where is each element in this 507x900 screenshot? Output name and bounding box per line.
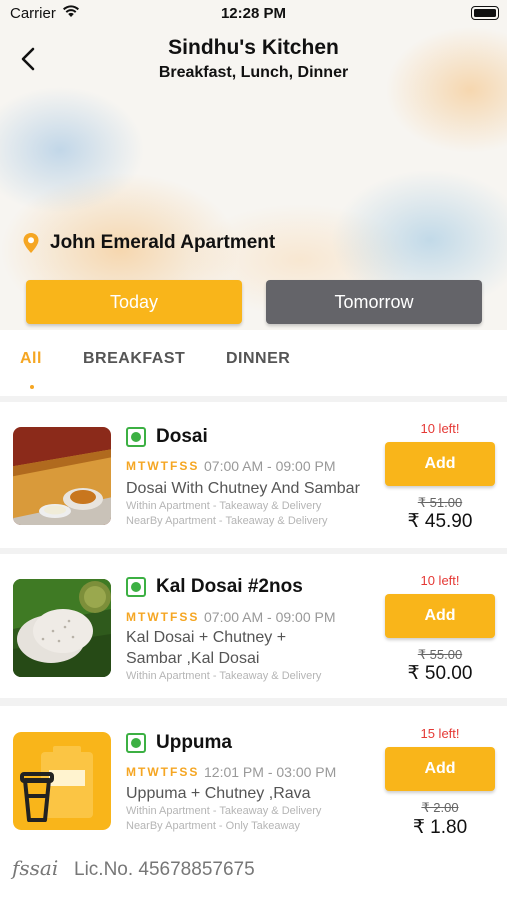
meal-category-tabs: All BREAKFAST DINNER bbox=[0, 330, 507, 396]
item-name: Uppuma bbox=[156, 732, 232, 753]
discounted-price: ₹ 1.80 bbox=[412, 817, 468, 838]
original-price: ₹ 2.00 bbox=[421, 800, 459, 815]
location-pin-icon bbox=[23, 233, 39, 253]
item-description: Kal Dosai + Chutney + Sambar ,Kal Dosai bbox=[126, 629, 287, 667]
clock: 12:28 PM bbox=[220, 5, 287, 22]
availability-line: NearBy Apartment - Takeaway & Delivery bbox=[126, 515, 328, 527]
page-title: Sindhu's Kitchen bbox=[168, 36, 339, 59]
dosai-photo bbox=[13, 427, 111, 525]
tomorrow-button[interactable]: Tomorrow bbox=[266, 280, 482, 324]
menu-item-card: Kal Dosai #2nos MTWTFSS 07:00 AM - 09:00… bbox=[0, 554, 507, 698]
add-to-cart-button[interactable]: Add bbox=[385, 442, 495, 486]
discounted-price: ₹ 50.00 bbox=[407, 663, 473, 684]
veg-indicator-icon bbox=[126, 733, 146, 753]
item-description: Uppuma + Chutney ,Rava bbox=[126, 785, 311, 802]
apartment-name: John Emerald Apartment bbox=[50, 232, 276, 253]
add-to-cart-button[interactable]: Add bbox=[385, 747, 495, 791]
stock-left: 10 left! bbox=[420, 573, 460, 588]
active-tab-indicator bbox=[30, 385, 34, 389]
stock-left: 15 left! bbox=[420, 726, 460, 741]
tab-breakfast[interactable]: BREAKFAST bbox=[83, 350, 185, 368]
battery-icon bbox=[471, 6, 499, 20]
serving-hours: 12:01 PM - 03:00 PM bbox=[204, 764, 337, 780]
fssai-logo: fssai bbox=[12, 856, 59, 880]
license-footer: fssai Lic.No. 45678857675 bbox=[0, 846, 507, 900]
veg-indicator-icon bbox=[126, 577, 146, 597]
availability-line: Within Apartment - Takeaway & Delivery bbox=[126, 805, 322, 817]
available-days: MTWTFSS bbox=[126, 610, 200, 624]
availability-line: Within Apartment - Takeaway & Delivery bbox=[126, 500, 322, 512]
discounted-price: ₹ 45.90 bbox=[407, 511, 473, 532]
item-description: Dosai With Chutney And Sambar bbox=[126, 480, 360, 497]
kal-dosai-photo bbox=[13, 579, 111, 677]
available-days: MTWTFSS bbox=[126, 765, 200, 779]
tab-dinner[interactable]: DINNER bbox=[226, 350, 290, 368]
status-bar: Carrier 12:28 PM bbox=[0, 0, 507, 28]
original-price: ₹ 55.00 bbox=[417, 647, 463, 662]
available-days: MTWTFSS bbox=[126, 459, 200, 473]
menu-item-card: Uppuma MTWTFSS 12:01 PM - 03:00 PM Uppum… bbox=[0, 706, 507, 846]
location-row: John Emerald Apartment bbox=[22, 232, 275, 254]
uppuma-placeholder-image bbox=[13, 732, 111, 830]
today-button[interactable]: Today bbox=[26, 280, 242, 324]
availability-line: NearBy Apartment - Only Takeaway bbox=[126, 820, 301, 832]
item-name: Dosai bbox=[156, 426, 208, 447]
serving-hours: 07:00 AM - 09:00 PM bbox=[204, 609, 336, 625]
menu-item-card: Dosai MTWTFSS 07:00 AM - 09:00 PM Dosai … bbox=[0, 402, 507, 548]
item-name: Kal Dosai #2nos bbox=[156, 576, 303, 597]
add-to-cart-button[interactable]: Add bbox=[385, 594, 495, 638]
veg-indicator-icon bbox=[126, 427, 146, 447]
availability-line: Within Apartment - Takeaway & Delivery bbox=[126, 670, 322, 682]
meal-types-subtitle: Breakfast, Lunch, Dinner bbox=[158, 64, 349, 81]
tab-all[interactable]: All bbox=[20, 350, 42, 368]
serving-hours: 07:00 AM - 09:00 PM bbox=[204, 458, 336, 474]
stock-left: 10 left! bbox=[420, 421, 460, 436]
original-price: ₹ 51.00 bbox=[417, 495, 463, 510]
license-number: Lic.No. 45678857675 bbox=[74, 859, 255, 880]
